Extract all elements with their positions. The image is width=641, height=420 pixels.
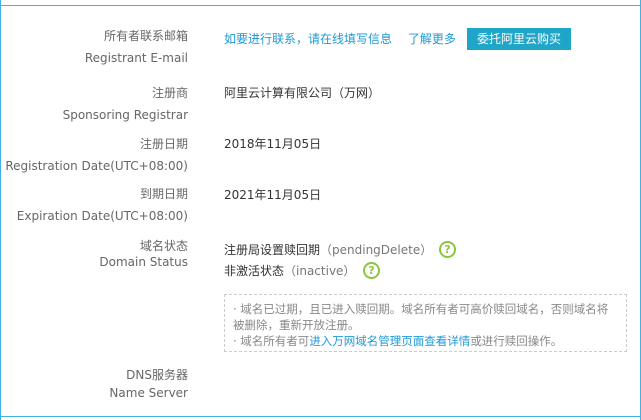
registrant-email-label-zh: 所有者联系邮箱 (103, 29, 188, 43)
status-name: 非激活状态 (224, 264, 285, 278)
name-server-label: DNS服务器 Name Server (109, 366, 188, 402)
notice-line-expired: · 域名已过期，且已进入赎回期。域名所有者可高价赎回域名，否则域名将被删除，重新… (233, 302, 609, 332)
redemption-notice-box: · 域名已过期，且已进入赎回期。域名所有者可高价赎回域名，否则域名将被删除，重新… (224, 294, 627, 352)
registrant-email-label-en: Registrant E-mail (84, 51, 188, 65)
contact-online-link[interactable]: 如要进行联系，请在线填写信息 (224, 32, 392, 46)
bottom-frame-edge (0, 416, 641, 420)
help-question-icon[interactable]: ? (439, 241, 456, 258)
name-server-label-en: Name Server (109, 386, 188, 400)
registration-date-label-en: Registration Date(UTC+08:00) (5, 159, 188, 173)
domain-status-label: 域名状态 Domain Status (99, 238, 188, 270)
expiration-date-label: 到期日期 Expiration Date(UTC+08:00) (17, 183, 188, 227)
domain-management-link[interactable]: 进入万网域名管理页面查看详情 (309, 334, 470, 348)
notice-prefix: · 域名所有者可 (233, 334, 310, 348)
domain-status-label-zh: 域名状态 (139, 239, 188, 253)
registrar-label: 注册商 Sponsoring Registrar (63, 82, 188, 126)
learn-more-link[interactable]: 了解更多 (408, 32, 456, 46)
status-code: （inactive） (284, 264, 356, 278)
status-code: （pendingDelete） (320, 243, 433, 257)
domain-status-label-en: Domain Status (99, 255, 188, 269)
alibaba-cloud-buy-button[interactable]: 委托阿里云购买 (467, 28, 572, 50)
status-name: 注册局设置赎回期 (224, 243, 321, 257)
registrar-label-en: Sponsoring Registrar (62, 108, 188, 122)
registration-date-label-zh: 注册日期 (139, 137, 188, 151)
expiration-date-value: 2021年11月05日 (224, 188, 322, 202)
registrant-email-label: 所有者联系邮箱 Registrant E-mail (85, 25, 188, 69)
expiration-date-label-en: Expiration Date(UTC+08:00) (16, 209, 188, 223)
expiration-date-label-zh: 到期日期 (139, 187, 188, 201)
domain-status-item-inactive: 非激活状态（inactive） (224, 261, 355, 281)
registrant-email-value: 如要进行联系，请在线填写信息 了解更多 (224, 29, 456, 49)
notice-suffix: 或进行赎回操作。 (470, 334, 563, 348)
notice-line-manage: · 域名所有者可进入万网域名管理页面查看详情或进行赎回操作。 (233, 333, 618, 349)
help-question-icon[interactable]: ? (363, 262, 380, 279)
name-server-label-zh: DNS服务器 (126, 368, 188, 382)
registrar-label-zh: 注册商 (151, 86, 188, 100)
registration-date-value: 2018年11月05日 (224, 137, 322, 151)
registration-date-label: 注册日期 Registration Date(UTC+08:00) (5, 133, 188, 177)
registrar-value: 阿里云计算有限公司（万网） (224, 86, 381, 100)
domain-status-item-pending-delete: 注册局设置赎回期（pendingDelete） (224, 240, 432, 260)
